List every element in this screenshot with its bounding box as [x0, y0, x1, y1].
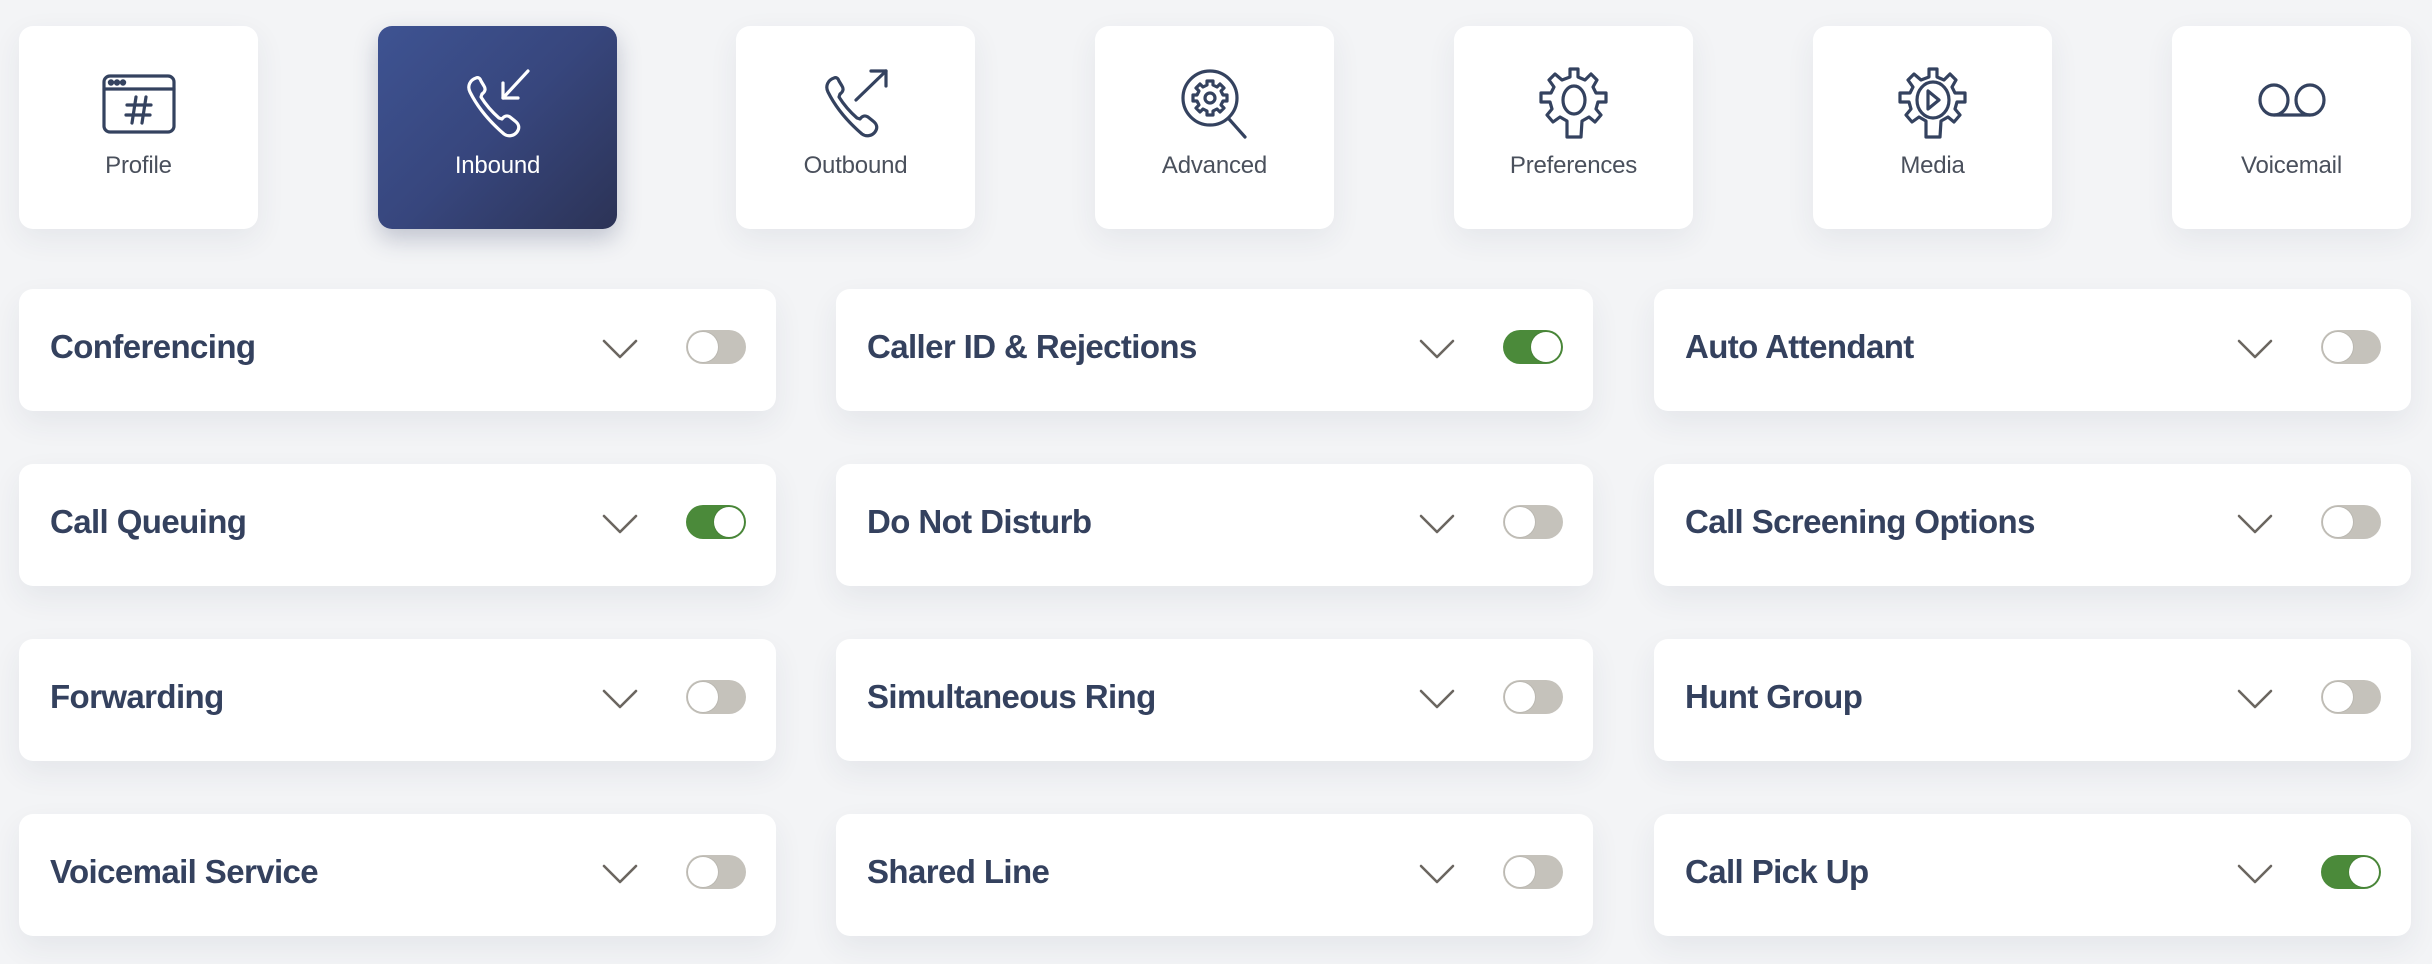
feature-toggle[interactable]	[686, 680, 746, 714]
feature-title: Call Pick Up	[1685, 853, 1869, 890]
chevron-down-icon[interactable]	[601, 508, 639, 538]
feature-toggle[interactable]	[686, 330, 746, 364]
nav-label: Advanced	[1161, 152, 1268, 179]
feature-toggle[interactable]	[2321, 505, 2381, 539]
feature-title: Hunt Group	[1685, 678, 1863, 715]
feature-toggle[interactable]	[1503, 855, 1563, 889]
phone-incoming-icon	[458, 64, 538, 144]
toggle-knob	[688, 857, 718, 887]
nav-card-preferences[interactable]: Preferences	[1454, 26, 1693, 229]
gear-play-icon	[1893, 64, 1973, 144]
feature-title: Caller ID & Rejections	[867, 328, 1197, 365]
chevron-down-icon[interactable]	[1418, 333, 1456, 363]
toggle-knob	[1505, 507, 1535, 537]
feature-title: Shared Line	[867, 853, 1050, 890]
nav-label: Outbound	[803, 152, 908, 179]
nav-card-voicemail[interactable]: Voicemail	[2172, 26, 2411, 229]
chevron-down-icon[interactable]	[601, 683, 639, 713]
chevron-down-icon[interactable]	[2236, 508, 2274, 538]
nav-label: Preferences	[1509, 152, 1638, 179]
toggle-knob	[2323, 682, 2353, 712]
feature-toggle[interactable]	[686, 505, 746, 539]
toggle-knob	[714, 507, 744, 537]
feature-card-call-screening-options: Call Screening Options	[1654, 464, 2411, 586]
toggle-knob	[688, 682, 718, 712]
feature-title: Call Screening Options	[1685, 503, 2035, 540]
feature-card-auto-attendant: Auto Attendant	[1654, 289, 2411, 411]
feature-title: Forwarding	[50, 678, 224, 715]
nav-label: Voicemail	[2241, 152, 2342, 179]
nav-label: Profile	[105, 152, 172, 179]
chevron-down-icon[interactable]	[601, 333, 639, 363]
chevron-down-icon[interactable]	[1418, 858, 1456, 888]
phone-outgoing-icon	[816, 64, 896, 144]
feature-card-call-queuing: Call Queuing	[19, 464, 776, 586]
feature-card-forwarding: Forwarding	[19, 639, 776, 761]
gear-icon	[1534, 64, 1614, 144]
chevron-down-icon[interactable]	[601, 858, 639, 888]
nav-card-outbound[interactable]: Outbound	[736, 26, 975, 229]
chevron-down-icon[interactable]	[2236, 858, 2274, 888]
feature-title: Call Queuing	[50, 503, 247, 540]
feature-card-conferencing: Conferencing	[19, 289, 776, 411]
toggle-knob	[2323, 332, 2353, 362]
chevron-down-icon[interactable]	[1418, 683, 1456, 713]
feature-toggle[interactable]	[2321, 680, 2381, 714]
feature-card-hunt-group: Hunt Group	[1654, 639, 2411, 761]
feature-card-voicemail-service: Voicemail Service	[19, 814, 776, 936]
toggle-knob	[1531, 332, 1561, 362]
feature-title: Do Not Disturb	[867, 503, 1092, 540]
feature-card-call-pick-up: Call Pick Up	[1654, 814, 2411, 936]
toggle-knob	[1505, 857, 1535, 887]
feature-toggle[interactable]	[1503, 680, 1563, 714]
feature-toggle[interactable]	[2321, 855, 2381, 889]
nav-label: Inbound	[454, 152, 541, 179]
toggle-knob	[688, 332, 718, 362]
feature-toggle[interactable]	[686, 855, 746, 889]
toggle-knob	[1505, 682, 1535, 712]
nav-card-inbound[interactable]: Inbound	[378, 26, 617, 229]
chevron-down-icon[interactable]	[2236, 333, 2274, 363]
feature-toggle[interactable]	[1503, 330, 1563, 364]
toggle-knob	[2323, 507, 2353, 537]
feature-card-caller-id-rejections: Caller ID & Rejections	[836, 289, 1593, 411]
browser-hash-icon	[99, 64, 179, 144]
voicemail-icon	[2252, 64, 2332, 144]
feature-toggle[interactable]	[2321, 330, 2381, 364]
nav-card-profile[interactable]: Profile	[19, 26, 258, 229]
nav-card-advanced[interactable]: Advanced	[1095, 26, 1334, 229]
toggle-knob	[2349, 857, 2379, 887]
feature-card-do-not-disturb: Do Not Disturb	[836, 464, 1593, 586]
chevron-down-icon[interactable]	[2236, 683, 2274, 713]
feature-title: Voicemail Service	[50, 853, 319, 890]
feature-card-shared-line: Shared Line	[836, 814, 1593, 936]
chevron-down-icon[interactable]	[1418, 508, 1456, 538]
nav-card-media[interactable]: Media	[1813, 26, 2052, 229]
feature-title: Simultaneous Ring	[867, 678, 1156, 715]
feature-toggle[interactable]	[1503, 505, 1563, 539]
feature-title: Auto Attendant	[1685, 328, 1914, 365]
nav-label: Media	[1900, 152, 1965, 179]
feature-card-simultaneous-ring: Simultaneous Ring	[836, 639, 1593, 761]
feature-title: Conferencing	[50, 328, 256, 365]
gear-search-icon	[1175, 64, 1255, 144]
